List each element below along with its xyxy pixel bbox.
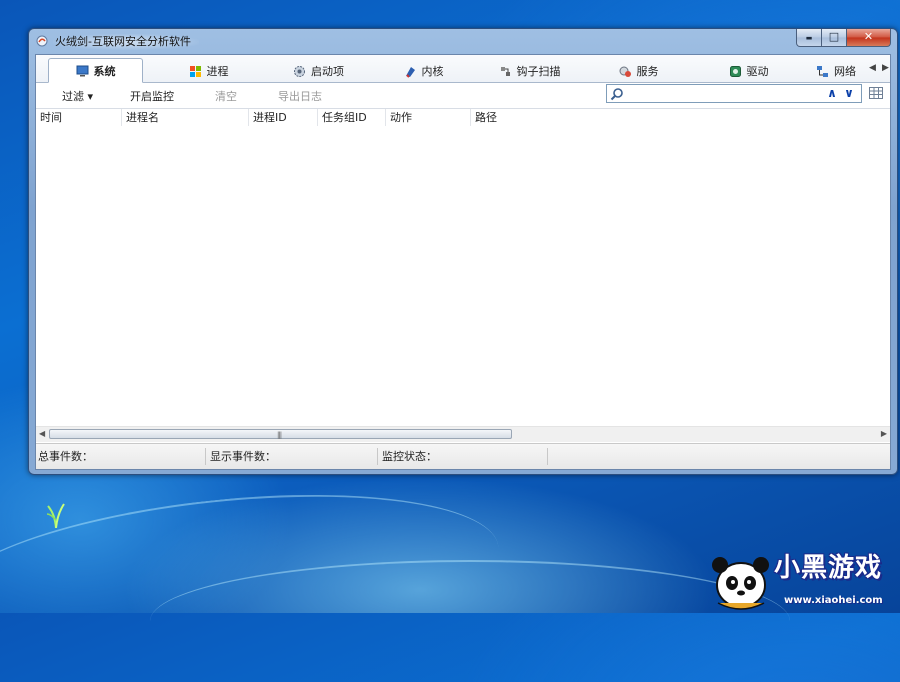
tab-label: 网络 [834,65,856,78]
service-icon [619,66,631,77]
tab-label: 启动项 [311,65,344,78]
tab-scroll-left-icon[interactable]: ◀ [869,63,876,73]
tab-process[interactable]: 进程 [161,60,256,82]
tab-network[interactable]: 网络 [796,60,876,82]
search-previous-icon[interactable]: ∧ [825,86,839,101]
horizontal-scrollbar[interactable]: ◀ ||| ▶ [36,426,890,442]
column-header-action[interactable]: 动作 [386,109,471,126]
watermark-logo: 小黑游戏 www.xiaohei.com [706,545,896,611]
minimize-icon: ▬ [805,34,813,42]
search-input[interactable] [625,86,825,101]
huorong-app-icon [36,35,48,47]
tab-hook-scan[interactable]: 钩子扫描 [482,60,577,82]
scroll-right-icon[interactable]: ▶ [881,429,887,438]
gear-icon [294,65,305,77]
status-monitor-state: 监控状态： [380,448,548,465]
driver-icon [729,65,741,77]
close-icon: ✕ [863,30,874,43]
scroll-left-icon[interactable]: ◀ [39,429,45,438]
status-total-events: 总事件数： [36,448,206,465]
tab-label: 钩子扫描 [516,65,561,78]
column-header-task-group-id[interactable]: 任务组ID [318,109,386,126]
tab-kernel[interactable]: 内核 [376,60,471,82]
maximize-button[interactable]: □ [822,29,847,47]
tab-startup[interactable]: 启动项 [271,60,366,82]
main-window: 火绒剑-互联网安全分析软件 ▬ □ ✕ 系统 进程 启动项 内核 钩子扫描 服务… [28,28,898,475]
tab-label: 系统 [93,64,116,78]
title-bar[interactable]: 火绒剑-互联网安全分析软件 ▬ □ ✕ [29,29,897,54]
watermark-url: www.xiaohei.com [784,595,883,606]
tab-drivers[interactable]: 驱动 [701,60,796,82]
clear-button[interactable]: 清空 [215,88,237,104]
maximize-icon: □ [828,30,840,43]
column-header-time[interactable]: 时间 [36,109,122,126]
export-log-button[interactable]: 导出日志 [278,88,322,104]
tab-services[interactable]: 服务 [591,60,686,82]
desktop-wallpaper-swirl [150,560,790,682]
monitor-icon [76,65,88,77]
client-area: 系统 进程 启动项 内核 钩子扫描 服务 驱动 网络 ◀ ▶ 过滤 ▾ 开启监控… [35,54,891,470]
grip-icon: ||| [277,431,282,439]
watermark-brand: 小黑游戏 [774,553,883,583]
tab-scroll-right-icon[interactable]: ▶ [882,63,889,73]
status-shown-events: 显示事件数： [208,448,378,465]
tab-label: 内核 [421,65,444,78]
column-header-process-name[interactable]: 进程名 [122,109,249,126]
table-header: 时间 进程名 进程ID 任务组ID 动作 路径 [36,108,890,127]
panda-mascot-icon [712,557,769,610]
wallpaper-plant-icon [46,503,65,528]
close-button[interactable]: ✕ [847,29,891,47]
tab-label: 进程 [206,65,229,78]
hook-icon [500,66,510,76]
scrollbar-thumb[interactable]: ||| [49,429,512,439]
window-title: 火绒剑-互联网安全分析软件 [53,34,199,50]
column-header-process-id[interactable]: 进程ID [249,109,318,126]
search-next-icon[interactable]: ∨ [842,86,856,101]
network-icon [817,65,828,77]
tab-label: 驱动 [746,65,769,78]
search-icon [610,88,623,101]
filter-dropdown-button[interactable]: 过滤 ▾ [62,88,93,104]
column-header-path[interactable]: 路径 [471,109,671,126]
window-controls: ▬ □ ✕ [796,29,891,47]
event-list[interactable] [36,126,890,426]
windows-flag-icon [189,65,201,77]
tab-label: 服务 [636,65,659,78]
kernel-icon [405,66,415,78]
start-monitor-button[interactable]: 开启监控 [130,88,174,104]
status-bar: 总事件数： 显示事件数： 监控状态： [36,443,890,469]
tab-bar: 系统 进程 启动项 内核 钩子扫描 服务 驱动 网络 ◀ ▶ [36,55,890,83]
minimize-button[interactable]: ▬ [796,29,822,47]
tab-system[interactable]: 系统 [48,58,143,83]
column-settings-icon[interactable] [869,87,883,99]
search-box: ∧ ∨ [606,84,862,103]
